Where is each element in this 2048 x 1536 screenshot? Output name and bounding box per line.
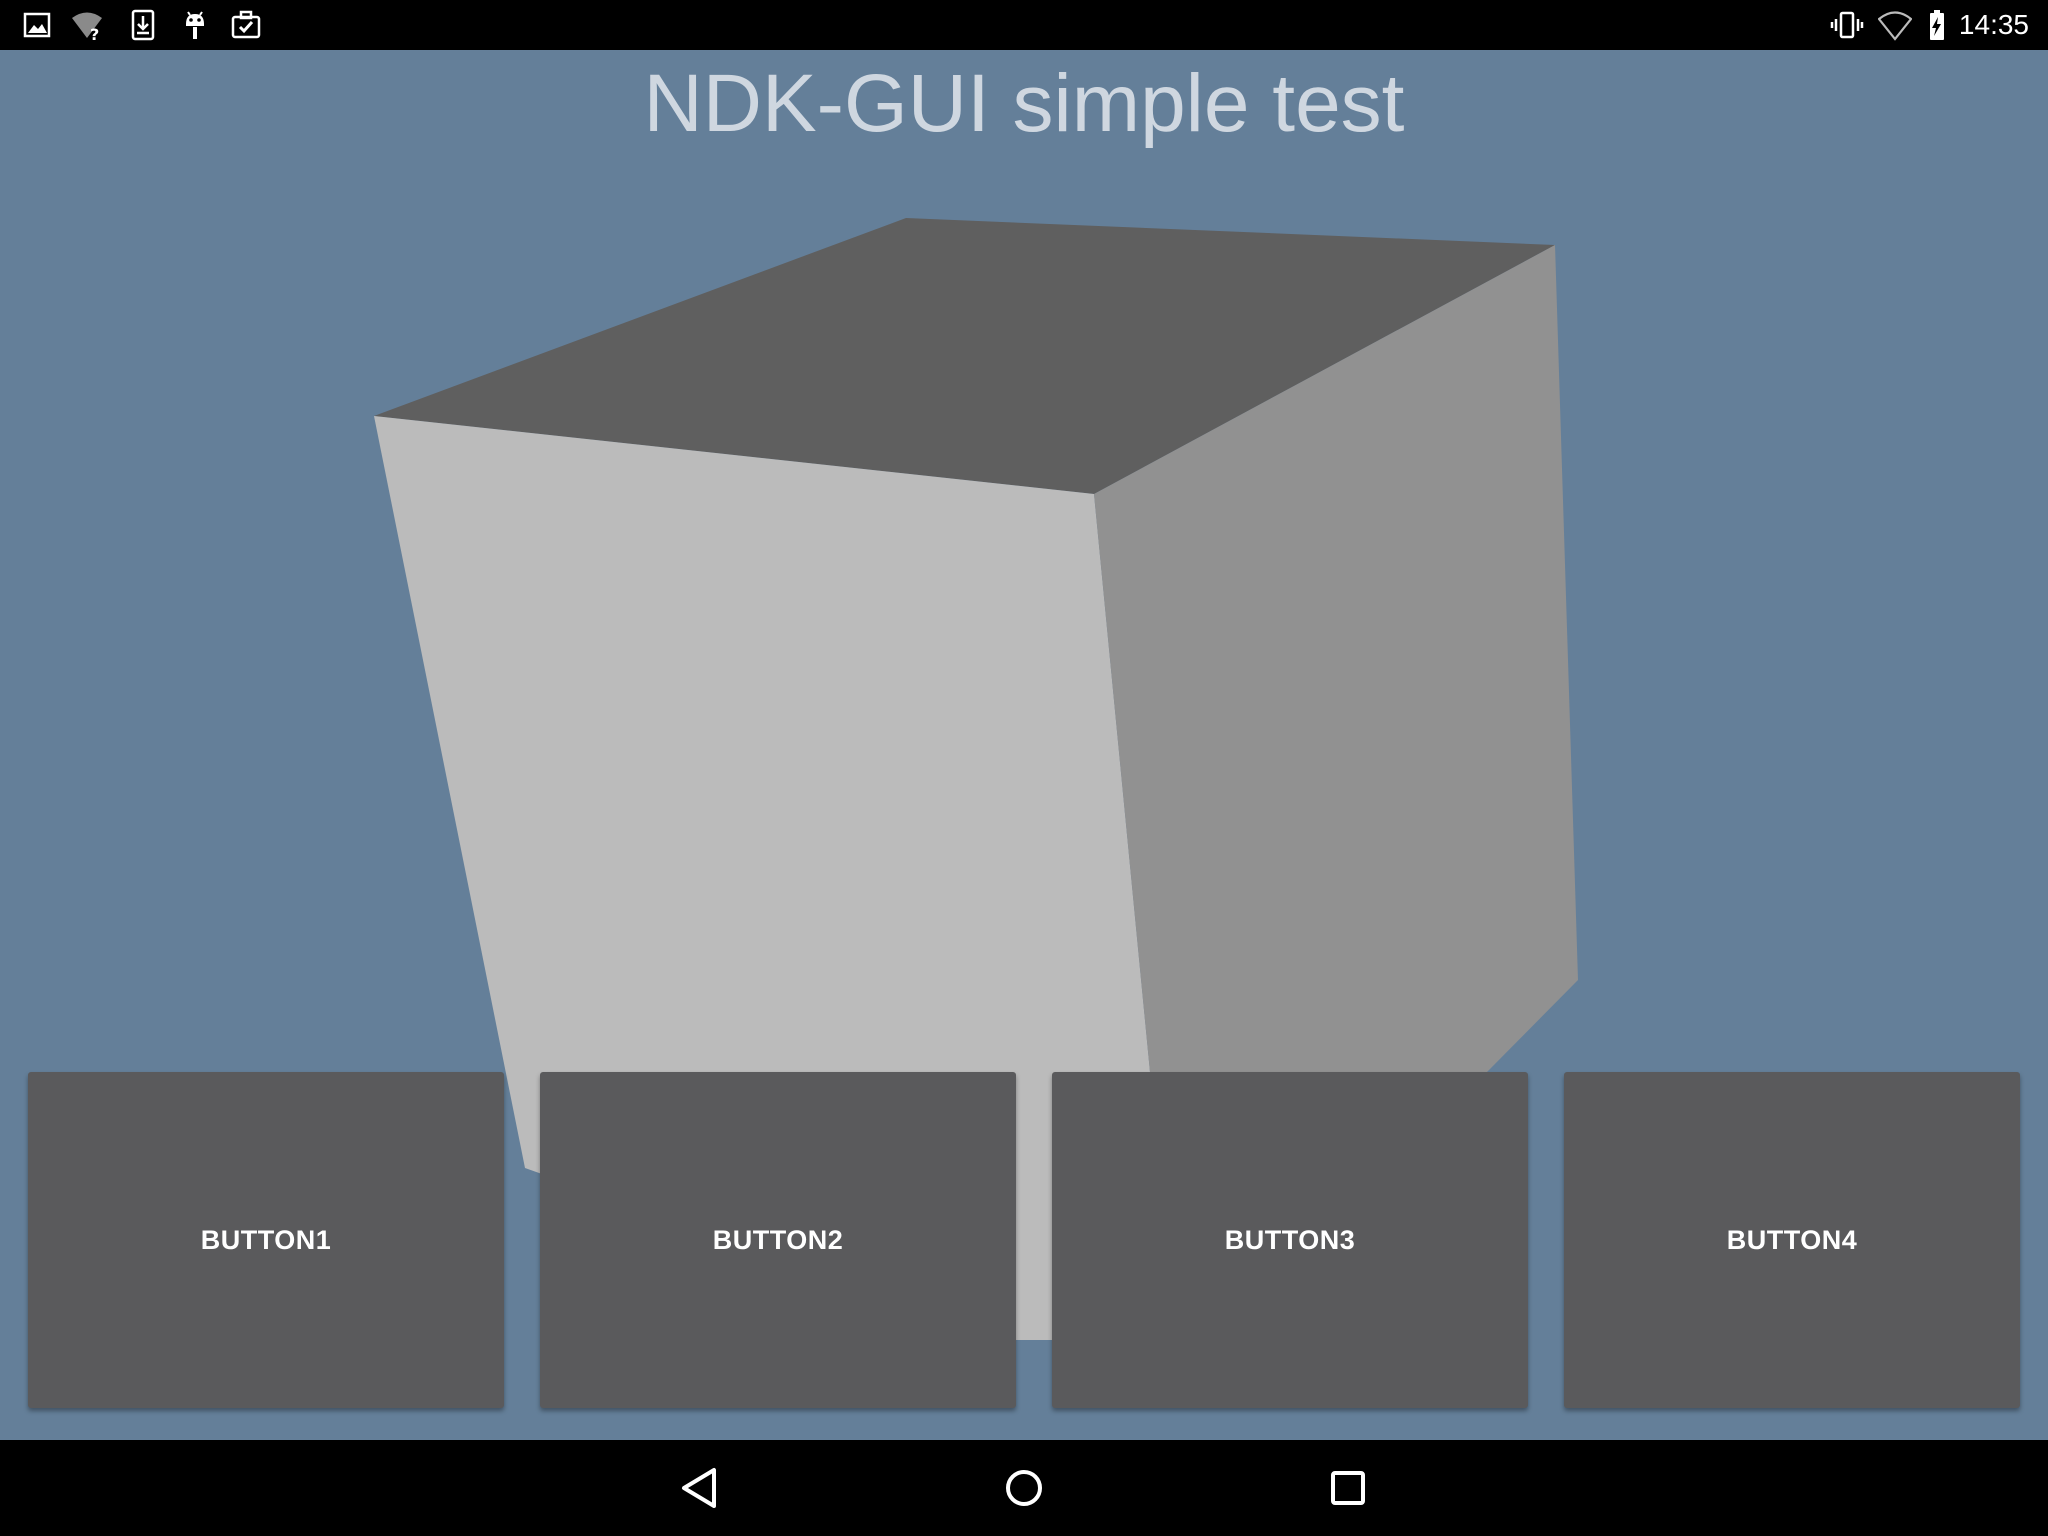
button4-label: BUTTON4 [1726, 1224, 1858, 1255]
app-canvas: NDK-GUI simple test BUTTON1 BUTTON2 BUTT… [0, 50, 2048, 1440]
status-bar: ? 14:35 [0, 0, 2048, 50]
status-time: 14:35 [1958, 9, 2029, 40]
wifi-icon [1878, 11, 1912, 41]
android-debug-icon [186, 11, 204, 39]
briefcase-check-icon [231, 10, 261, 39]
wifi-unknown-icon: ? [72, 12, 102, 42]
vibrate-icon [1830, 11, 1864, 39]
button3[interactable]: BUTTON3 [1052, 1072, 1528, 1408]
download-icon [131, 9, 155, 41]
image-icon [23, 12, 51, 38]
button2-label: BUTTON2 [712, 1224, 844, 1255]
button1-label: BUTTON1 [200, 1224, 332, 1255]
back-icon[interactable] [670, 1458, 730, 1518]
recents-icon[interactable] [1318, 1458, 1378, 1518]
battery-charging-icon [1930, 10, 1944, 40]
home-icon[interactable] [994, 1458, 1054, 1518]
button3-label: BUTTON3 [1224, 1224, 1356, 1255]
button1[interactable]: BUTTON1 [28, 1072, 504, 1408]
button2[interactable]: BUTTON2 [540, 1072, 1016, 1408]
navigation-bar [0, 1440, 2048, 1536]
button4[interactable]: BUTTON4 [1564, 1072, 2020, 1408]
page-title: NDK-GUI simple test [643, 58, 1405, 149]
svg-text:?: ? [90, 25, 99, 42]
device-screen: ? 14:35 NDK-GUI simple test BUTTON1 BUTT… [0, 0, 2048, 1536]
